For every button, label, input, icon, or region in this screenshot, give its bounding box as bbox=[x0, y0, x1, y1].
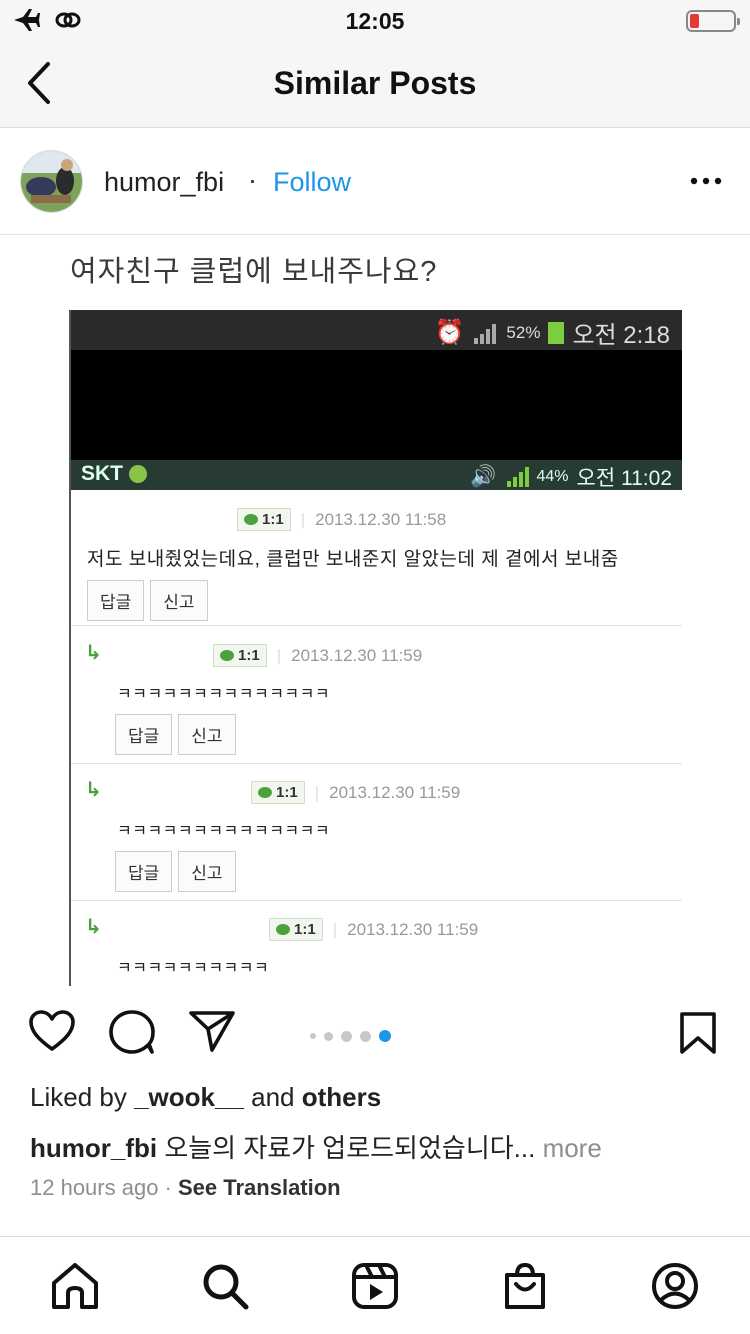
signal-icon-2 bbox=[506, 467, 529, 487]
android-icon bbox=[129, 465, 147, 483]
heart-icon[interactable] bbox=[28, 1009, 76, 1053]
list-item: 1:1 | 2013.12.30 11:58 저도 보내줬었는데요, 클럽만 보… bbox=[71, 492, 682, 626]
comment-text: ㅋㅋㅋㅋㅋㅋㅋㅋㅋㅋㅋㅋㅋㅋ bbox=[117, 823, 331, 840]
comment-date: 2013.12.30 11:59 bbox=[329, 782, 461, 802]
share-icon[interactable] bbox=[188, 1009, 236, 1053]
comment-date: 2013.12.30 11:58 bbox=[315, 509, 447, 529]
screenshot-in-post: ⏰ 52% 오전 2:18 SKT 🔊 44% 오전 11:02 1:1 | 2… bbox=[69, 310, 682, 986]
likes-line: Liked by _wook__ and others bbox=[30, 1082, 381, 1113]
embedded-battery-1: 52% bbox=[506, 322, 541, 342]
search-icon[interactable] bbox=[200, 1261, 250, 1311]
home-icon[interactable] bbox=[50, 1261, 100, 1311]
embedded-battery-2: 44% bbox=[536, 468, 569, 485]
reply-button: 답글 bbox=[87, 580, 145, 621]
timestamp: 12 hours ago bbox=[30, 1175, 159, 1200]
carousel-dot bbox=[360, 1030, 371, 1042]
shop-icon[interactable] bbox=[500, 1261, 550, 1311]
list-item: ↳ 1:1 | 2013.12.30 11:59 ㅋㅋㅋㅋㅋㅋㅋㅋㅋㅋ bbox=[85, 916, 479, 977]
likes-middle: and bbox=[243, 1082, 302, 1112]
reply-button: 답글 bbox=[115, 714, 173, 755]
likes-user[interactable]: _wook__ bbox=[134, 1082, 244, 1112]
reels-icon[interactable] bbox=[350, 1261, 400, 1311]
chat-badge: 1:1 bbox=[251, 781, 305, 804]
carousel-dot-active bbox=[379, 1030, 391, 1042]
comment-icon[interactable] bbox=[108, 1009, 156, 1055]
embedded-time-2: 오전 11:02 bbox=[576, 467, 672, 490]
chat-badge: 1:1 bbox=[237, 508, 291, 531]
bookmark-icon[interactable] bbox=[678, 1011, 718, 1055]
page-title: Similar Posts bbox=[273, 65, 477, 101]
embedded-time-1: 오전 2:18 bbox=[572, 322, 670, 349]
comment-date: 2013.12.30 11:59 bbox=[291, 645, 423, 665]
reply-arrow-icon: ↳ bbox=[85, 779, 102, 801]
avatar[interactable] bbox=[20, 150, 83, 213]
chat-badge: 1:1 bbox=[213, 644, 267, 667]
list-item: ↳ 1:1 | 2013.12.30 11:59 ㅋㅋㅋㅋㅋㅋㅋㅋㅋㅋㅋㅋㅋㅋ … bbox=[71, 765, 682, 901]
see-translation-link[interactable]: See Translation bbox=[178, 1175, 341, 1200]
comment-text: ㅋㅋㅋㅋㅋㅋㅋㅋㅋㅋㅋㅋㅋㅋ bbox=[117, 686, 331, 703]
reply-arrow-icon: ↳ bbox=[85, 916, 102, 938]
post-meta: 12 hours ago · See Translation bbox=[30, 1175, 341, 1200]
image-heading: 여자친구 클럽에 보내주나요? bbox=[70, 256, 438, 288]
caption-text: 오늘의 자료가 업로드되었습니다... bbox=[157, 1133, 536, 1163]
more-link[interactable]: more bbox=[535, 1133, 602, 1163]
caption-username[interactable]: humor_fbi bbox=[30, 1133, 157, 1163]
follow-button[interactable]: Follow bbox=[273, 167, 351, 198]
signal-icon bbox=[474, 323, 497, 344]
comment-text: ㅋㅋㅋㅋㅋㅋㅋㅋㅋㅋ bbox=[117, 960, 270, 977]
carousel-indicator bbox=[310, 1030, 391, 1042]
nav-bar: Similar Posts bbox=[0, 40, 750, 128]
report-button: 신고 bbox=[150, 580, 208, 621]
separator-dot: · bbox=[248, 165, 257, 195]
list-item: ↳ 1:1 | 2013.12.30 11:59 ㅋㅋㅋㅋㅋㅋㅋㅋㅋㅋㅋㅋㅋㅋ … bbox=[71, 628, 682, 764]
likes-others[interactable]: others bbox=[302, 1082, 381, 1112]
report-button: 신고 bbox=[178, 714, 236, 755]
reply-button: 답글 bbox=[115, 851, 173, 892]
alarm-icon: ⏰ bbox=[434, 319, 465, 346]
volume-icon: 🔊 bbox=[470, 465, 497, 488]
carrier-label: SKT bbox=[81, 462, 123, 485]
status-bar: 12:05 bbox=[0, 0, 750, 40]
post-username[interactable]: humor_fbi bbox=[104, 167, 224, 198]
battery-charging-icon bbox=[548, 321, 565, 344]
chat-badge: 1:1 bbox=[269, 918, 323, 941]
comment-date: 2013.12.30 11:59 bbox=[347, 919, 479, 939]
carousel-dot bbox=[324, 1031, 333, 1041]
post-actions bbox=[0, 987, 750, 1083]
battery-low-icon bbox=[686, 10, 740, 32]
carousel-dot bbox=[310, 1033, 316, 1039]
reply-arrow-icon: ↳ bbox=[85, 642, 102, 664]
comment-text: 저도 보내줬었는데요, 클럽만 보내준지 알았는데 제 곁에서 보내줌 bbox=[87, 549, 619, 570]
black-area bbox=[71, 350, 682, 460]
likes-prefix: Liked by bbox=[30, 1082, 135, 1112]
report-button: 신고 bbox=[178, 851, 236, 892]
post-image[interactable]: 여자친구 클럽에 보내주나요? ⏰ 52% 오전 2:18 SKT 🔊 44% … bbox=[0, 236, 750, 986]
embedded-status-bar-1: ⏰ 52% 오전 2:18 bbox=[71, 310, 682, 350]
ellipsis-icon[interactable] bbox=[690, 169, 722, 193]
post-header: humor_fbi · Follow bbox=[0, 129, 750, 235]
caption: humor_fbi 오늘의 자료가 업로드되었습니다... more bbox=[30, 1128, 602, 1165]
status-time: 12:05 bbox=[345, 8, 405, 34]
carousel-dot bbox=[341, 1030, 352, 1042]
embedded-status-bar-2: SKT 🔊 44% 오전 11:02 bbox=[71, 460, 682, 490]
tab-bar bbox=[0, 1236, 750, 1334]
profile-icon[interactable] bbox=[650, 1261, 700, 1311]
